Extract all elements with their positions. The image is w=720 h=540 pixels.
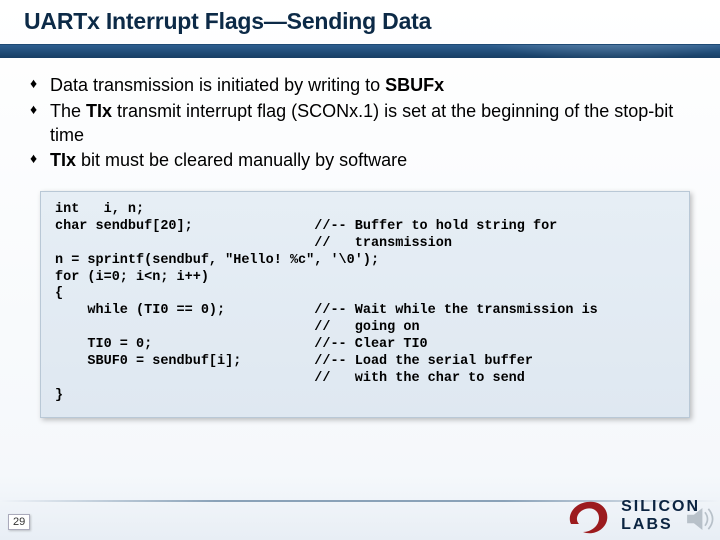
title-band: UARTx Interrupt Flags—Sending Data [0,0,720,52]
slide-title: UARTx Interrupt Flags—Sending Data [24,8,720,35]
bullet-item: Data transmission is initiated by writin… [30,74,692,98]
bullet-text-bold: TIx [50,150,76,170]
title-underline [0,44,720,58]
bullet-text-post: bit must be cleared manually by software [76,150,407,170]
bullet-text-pre: The [50,101,86,121]
speaker-icon [682,502,716,536]
bullet-text-bold: TIx [86,101,112,121]
page-number: 29 [8,514,30,530]
slide: UARTx Interrupt Flags—Sending Data Data … [0,0,720,540]
code-block: int i, n; char sendbuf[20]; //-- Buffer … [40,191,690,418]
bullet-text-post: transmit interrupt flag (SCONx.1) is set… [50,101,673,145]
logo-swirl-icon [565,496,611,536]
bullet-item: TIx bit must be cleared manually by soft… [30,149,692,173]
logo: SILICON LABS [565,496,700,536]
bullet-list: Data transmission is initiated by writin… [0,52,720,173]
bullet-text-bold: SBUFx [385,75,444,95]
bullet-text-pre: Data transmission is initiated by writin… [50,75,385,95]
bullet-item: The TIx transmit interrupt flag (SCONx.1… [30,100,692,148]
